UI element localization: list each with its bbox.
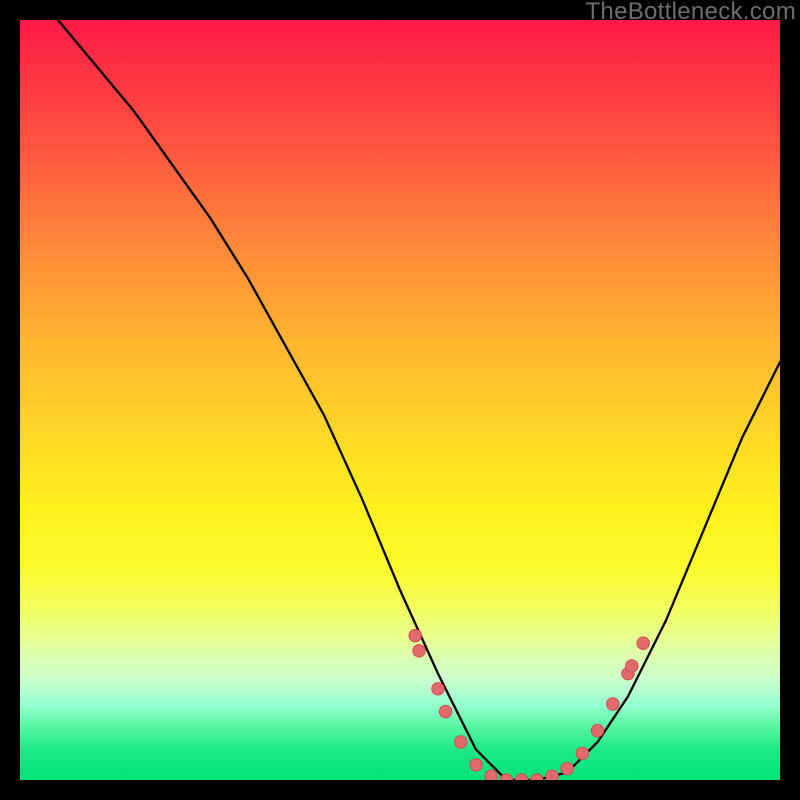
curve-path: [20, 20, 780, 780]
curve-marker: [626, 660, 638, 672]
curve-marker: [637, 637, 649, 649]
curve-marker: [409, 629, 421, 641]
curve-marker: [470, 759, 482, 771]
curve-marker: [607, 698, 619, 710]
curve-marker: [439, 705, 451, 717]
curve-marker: [432, 683, 444, 695]
chart-frame: [20, 20, 780, 780]
curve-marker: [515, 774, 527, 780]
curve-marker: [546, 770, 558, 780]
watermark-text: TheBottleneck.com: [585, 0, 796, 26]
curve-marker: [576, 747, 588, 759]
curve-marker: [413, 645, 425, 657]
plot-area: [20, 20, 780, 780]
marker-group: [409, 629, 649, 780]
curve-marker: [561, 762, 573, 774]
curve-marker: [531, 774, 543, 780]
curve-marker: [485, 770, 497, 780]
curve-marker: [591, 724, 603, 736]
curve-marker: [455, 736, 467, 748]
bottleneck-curve: [20, 20, 780, 780]
